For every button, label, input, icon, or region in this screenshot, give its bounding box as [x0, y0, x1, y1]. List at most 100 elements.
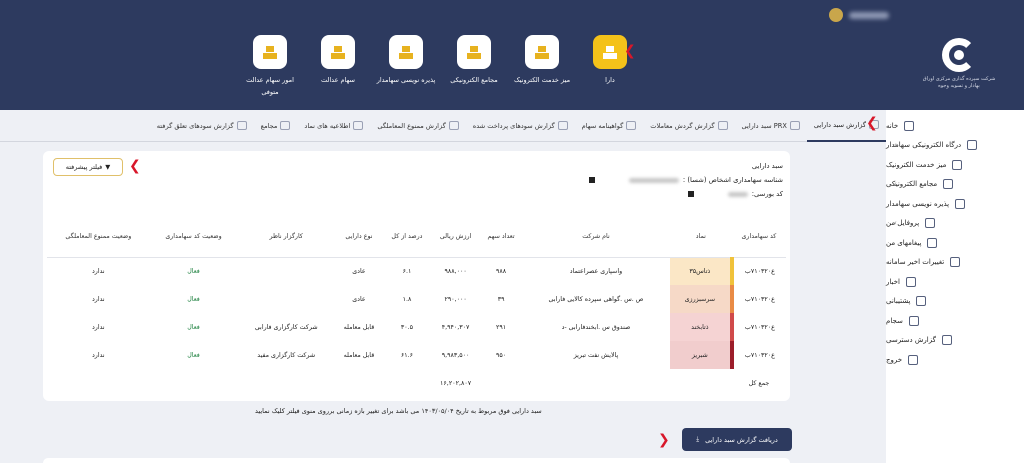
tab-report[interactable]: سبد دارایی PRX [735, 110, 807, 142]
report-icon [789, 121, 800, 130]
cell-pct: ۱.۸ [402, 295, 412, 303]
sidebar-item[interactable]: سجام [886, 311, 1024, 331]
sidebar-item-label: پروفایل من [886, 219, 920, 228]
module-service-desk[interactable]: میز خدمت الکترونیک [510, 35, 574, 98]
total-value: ۱۶,۲۰۲,۸۰۷ [440, 379, 472, 387]
sidebar-icon [952, 159, 963, 170]
cell-ban: ندارد [92, 323, 105, 331]
column-header: نام شرکت [522, 217, 670, 258]
tab-report[interactable]: گواهینامه سهام [575, 110, 644, 142]
cell-broker: شرکت کارگزاری فارابی [254, 323, 318, 331]
total-row: جمع کل ۱۶,۲۰۲,۸۰۷ [47, 369, 786, 397]
module-label: مجامع الکترونیکی [450, 76, 498, 84]
cell-type: قابل معامله [343, 351, 375, 359]
tab-report[interactable]: اطلاعیه های نماد [297, 110, 370, 142]
secondary-card [43, 458, 790, 463]
column-header: کد سهامداری [731, 217, 786, 258]
chevron-icon: › [894, 141, 897, 150]
tab-label: گزارش سودهای پرداخت شده [472, 121, 555, 130]
cell-status: فعال [187, 295, 200, 303]
cell-count: ۳۹ [497, 295, 505, 303]
sidebar-item-label: میز خدمت الکترونیک [886, 160, 947, 169]
cell-type: قابل معامله [343, 323, 375, 331]
chevron-icon: › [894, 219, 897, 228]
tab-report[interactable]: گزارش سودهای تعلق گرفته [150, 110, 254, 142]
sidebar-icon [950, 257, 961, 268]
portfolio-card: فیلتر پیشرفته ▼ ❮ سبد دارایی شناسه سهامد… [43, 151, 790, 401]
portfolio-table: کد سهامداری نماد نام شرکت تعداد سهم ارزش ریا… [47, 217, 786, 397]
tab-label: گزارش سودهای تعلق گرفته [156, 121, 234, 130]
cell-code: ع۷۱۰۳۲۰ب [744, 351, 775, 359]
pointer-arrow-icon: ❮ [624, 43, 636, 59]
sidebar-item[interactable]: پذیره نویسی سهامدار [886, 194, 1024, 214]
sidebar: خانه درگاه الکترونیکی سهامدار › میز خدمت ال… [886, 110, 1024, 463]
cell-ban: ندارد [92, 267, 105, 275]
module-justice-share[interactable]: سهام عدالت [306, 35, 370, 98]
cell-code: ع۷۱۰۳۲۰ب [744, 267, 775, 275]
sidebar-item-label: سجام [886, 316, 903, 325]
cell-symbol: شبریز [669, 341, 734, 369]
tab-report[interactable]: گزارش گردش معاملات [643, 110, 734, 142]
tab-label: گزارش گردش معاملات [650, 121, 715, 130]
sidebar-item[interactable]: گزارش دسترسی [886, 331, 1024, 351]
sidebar-item-label: درگاه الکترونیکی سهامدار [886, 141, 962, 150]
column-header: تعداد سهم [480, 217, 523, 258]
id-label: شناسه سهامداری اشخاص (شسا) : [682, 176, 783, 184]
module-label: پذیره نویسی سهامدار [376, 76, 436, 84]
cell-type: عادی [352, 295, 366, 303]
module-deceased-share[interactable]: امور سهام عدالت متوفی [238, 35, 302, 98]
logo-mark [942, 38, 976, 72]
sidebar-icon [904, 120, 915, 131]
copy-icon[interactable] [687, 191, 694, 197]
module-subscription[interactable]: پذیره نویسی سهامدار [374, 35, 438, 98]
copy-icon[interactable] [588, 177, 595, 183]
download-report-button[interactable]: دریافت گزارش سبد دارایی ⤓ [682, 428, 792, 451]
sidebar-item[interactable]: درگاه الکترونیکی سهامدار › [886, 136, 1024, 156]
cell-type: عادی [352, 267, 366, 275]
cell-code: ع۷۱۰۳۲۰ب [744, 295, 775, 303]
service-desk-icon [525, 35, 559, 69]
tab-report[interactable]: گزارش سودهای پرداخت شده [466, 110, 575, 142]
sidebar-item[interactable]: اخبار [886, 272, 1024, 292]
cell-broker [237, 285, 335, 313]
cell-status: فعال [187, 267, 200, 275]
sidebar-item[interactable]: خانه [886, 116, 1024, 136]
sidebar-item[interactable]: پیغامهای من [886, 233, 1024, 253]
sidebar-item-label: گزارش دسترسی [886, 336, 936, 345]
cell-company: ص .س .گواهی سپرده کالایی فارابی [548, 295, 644, 303]
filter-icon: ▼ [105, 163, 111, 171]
table-row: ع۷۱۰۳۲۰ب ذتابخند صندوق س .ابخندفارابی -د ۲۹… [47, 313, 786, 341]
portfolio-title: سبد دارایی [751, 162, 783, 170]
module-label: سهام عدالت [321, 76, 355, 84]
sidebar-item[interactable]: خروج [886, 350, 1024, 370]
justice-share-icon [321, 35, 355, 69]
report-icon [717, 121, 728, 130]
module-meeting[interactable]: مجامع الکترونیکی [442, 35, 506, 98]
column-header: وضعیت ممنوع المعاملگی [47, 217, 150, 258]
sidebar-item-label: تغییرات اخیر سامانه [886, 258, 945, 267]
column-header: نوع دارایی [335, 217, 383, 258]
tab-report[interactable]: گزارش ممنوع المعاملگی [370, 110, 465, 142]
user-menu[interactable] [829, 8, 889, 22]
cell-ban: ندارد [92, 295, 105, 303]
sidebar-item[interactable]: مجامع الکترونیکی › [886, 175, 1024, 195]
sidebar-icon [927, 237, 938, 248]
report-icon [236, 121, 247, 130]
module-label: امور سهام عدالت متوفی [246, 76, 294, 96]
advanced-filter-button[interactable]: فیلتر پیشرفته ▼ [53, 158, 123, 176]
avatar [829, 8, 843, 22]
sidebar-item-label: خانه [886, 121, 899, 130]
cell-value: ۴,۹۴۰,۳۰۷ [441, 323, 470, 331]
cell-company: پالایش نفت تبریز [573, 351, 619, 359]
tab-report[interactable]: مجامع [254, 110, 298, 142]
cell-status: فعال [187, 351, 200, 359]
sidebar-item[interactable]: پشتیبانی [886, 292, 1024, 312]
sidebar-item[interactable]: تغییرات اخیر سامانه [886, 253, 1024, 273]
user-name-blurred [849, 11, 889, 19]
sidebar-item[interactable]: میز خدمت الکترونیک [886, 155, 1024, 175]
column-header: کارگزار ناظر [237, 217, 336, 258]
tab-label: سبد دارایی PRX [741, 121, 787, 130]
sidebar-item[interactable]: پروفایل من › [886, 214, 1024, 234]
sidebar-icon [908, 315, 919, 326]
table-row: ع۷۱۰۳۲۰ب ذتاس۳۵ واسپاری عصراعتماد ۹۸۸ ۹۸۸,۰۰… [47, 257, 786, 285]
